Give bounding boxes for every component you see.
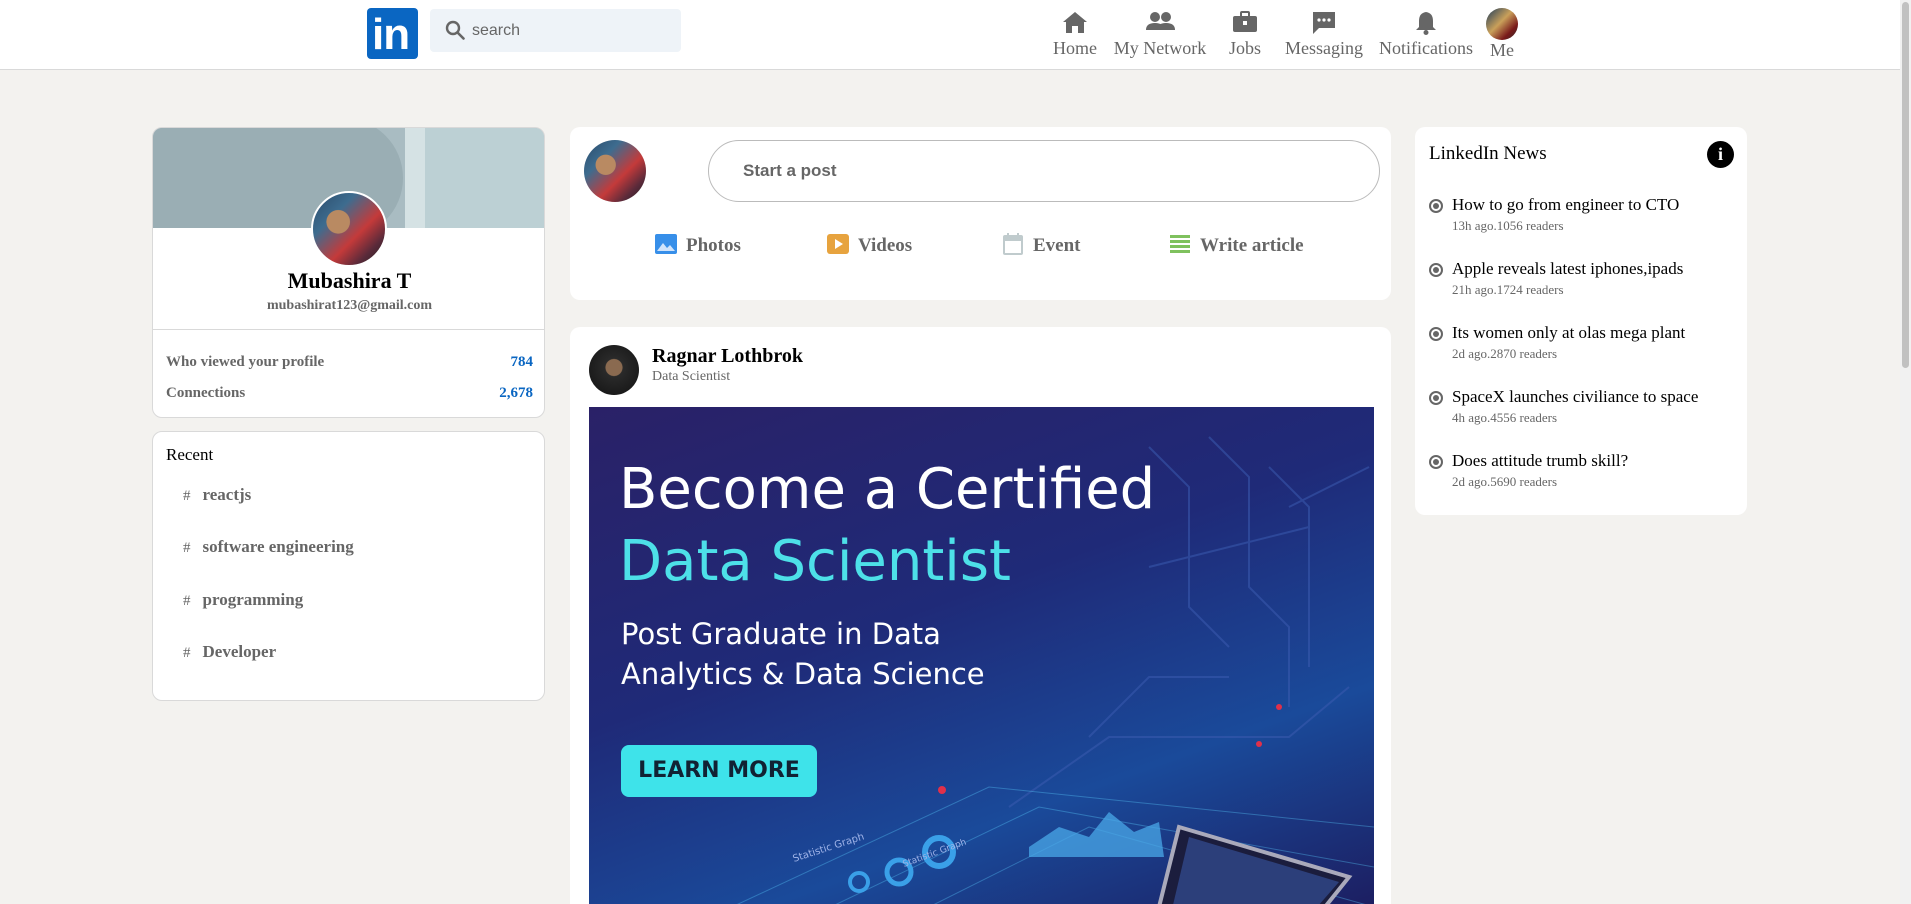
search-input[interactable]	[472, 9, 672, 52]
stat-label: Connections	[166, 385, 246, 401]
radio-dot-icon	[1429, 391, 1443, 405]
news-meta: 21h ago.1724 readers	[1452, 282, 1564, 297]
video-icon	[827, 234, 849, 254]
nav-notifications-label: Notifications	[1379, 38, 1473, 58]
nav-jobs-label: Jobs	[1228, 38, 1261, 58]
recent-card: Recent # reactjs # software engineering # p…	[152, 431, 545, 701]
tag-label: programming	[202, 590, 304, 609]
hash-icon: #	[183, 593, 191, 609]
news-headline: Does attitude trumb skill?	[1452, 451, 1629, 470]
videos-label: Videos	[858, 235, 913, 256]
news-headline: How to go from engineer to CTO	[1452, 195, 1680, 214]
recent-tag[interactable]: # programming	[183, 590, 303, 610]
news-meta: 2d ago.5690 readers	[1452, 474, 1558, 489]
share-box: Start a post Photos Videos Event Write a…	[570, 127, 1391, 300]
start-post-button[interactable]: Start a post	[708, 140, 1380, 202]
news-title: LinkedIn News	[1429, 143, 1547, 164]
recent-tag[interactable]: # software engineering	[183, 537, 354, 557]
scrollbar-thumb[interactable]	[1902, 2, 1909, 368]
videos-button[interactable]: Videos	[826, 234, 912, 266]
top-nav-bar: in Home My Network Jobs Messaging Notifi…	[0, 0, 1900, 70]
share-box-avatar[interactable]	[584, 140, 646, 202]
photos-button[interactable]: Photos	[654, 234, 741, 266]
logo-text: in	[372, 10, 410, 59]
image-label-a: Statistic Graph	[792, 831, 866, 864]
radio-dot-icon	[1429, 199, 1443, 213]
write-article-label: Write article	[1200, 235, 1304, 256]
photo-icon	[655, 234, 677, 254]
message-icon	[1313, 12, 1335, 34]
write-article-button[interactable]: Write article	[1168, 234, 1304, 266]
stat-value: 784	[510, 354, 534, 370]
nav-home-label: Home	[1053, 38, 1097, 58]
learn-more-button[interactable]: LEARN MORE	[621, 745, 817, 797]
home-icon	[1063, 12, 1087, 33]
briefcase-icon	[1233, 11, 1257, 32]
profile-name[interactable]: Mubashira T	[153, 268, 544, 294]
news-headline: SpaceX launches civiliance to space	[1452, 387, 1699, 406]
info-icon[interactable]: i	[1707, 141, 1734, 168]
recent-tag[interactable]: # Developer	[183, 642, 276, 662]
image-heading-2: Data Scientist	[619, 529, 1011, 594]
linkedin-logo[interactable]: in	[367, 8, 418, 59]
photos-label: Photos	[686, 235, 741, 256]
nav-notifications[interactable]: Notifications	[1376, 10, 1476, 62]
page-scrollbar[interactable]	[1900, 0, 1911, 904]
radio-dot-icon	[1429, 455, 1443, 469]
news-meta: 2d ago.2870 readers	[1452, 346, 1558, 361]
search-icon	[445, 20, 465, 40]
tag-label: Developer	[202, 642, 277, 661]
news-headline: Its women only at olas mega plant	[1452, 323, 1686, 342]
post-image[interactable]: Statistic Graph Statistic Graph Become a…	[589, 407, 1374, 904]
search-box[interactable]	[430, 9, 681, 52]
news-meta: 4h ago.4556 readers	[1452, 410, 1558, 425]
nav-me-label: Me	[1490, 40, 1514, 60]
stat-profile-views[interactable]: Who viewed your profile 784	[166, 354, 533, 371]
feed-post: Ragnar Lothbrok Data Scientist Statistic…	[570, 327, 1391, 904]
stat-connections[interactable]: Connections 2,678	[166, 385, 533, 402]
stat-label: Who viewed your profile	[166, 354, 325, 370]
nav-messaging[interactable]: Messaging	[1282, 10, 1366, 62]
nav-my-network[interactable]: My Network	[1110, 10, 1210, 62]
profile-email: mubashirat123@gmail.com	[266, 298, 433, 313]
hash-icon: #	[183, 645, 191, 661]
profile-avatar[interactable]	[311, 191, 387, 267]
image-subheading-2: Analytics & Data Science	[621, 657, 985, 691]
author-name[interactable]: Ragnar Lothbrok	[652, 345, 803, 368]
article-icon	[1170, 235, 1190, 253]
profile-divider	[153, 329, 544, 330]
image-subheading-1: Post Graduate in Data	[621, 617, 941, 651]
people-icon	[1146, 12, 1175, 30]
radio-dot-icon	[1429, 263, 1443, 277]
radio-dot-icon	[1429, 327, 1443, 341]
nav-messaging-label: Messaging	[1285, 38, 1363, 58]
author-avatar[interactable]	[589, 345, 639, 395]
nav-home[interactable]: Home	[1051, 10, 1099, 62]
recent-title: Recent	[166, 445, 214, 464]
news-meta: 13h ago.1056 readers	[1452, 218, 1564, 233]
hash-icon: #	[183, 540, 191, 556]
nav-my-network-label: My Network	[1113, 38, 1207, 58]
author-role: Data Scientist	[652, 369, 731, 384]
recent-tag[interactable]: # reactjs	[183, 485, 251, 505]
tag-label: software engineering	[202, 537, 354, 556]
news-card: LinkedIn News i How to go from engineer …	[1415, 127, 1747, 515]
image-heading-1: Become a Certified	[619, 457, 1156, 522]
event-label: Event	[1033, 235, 1081, 256]
nav-me[interactable]: Me	[1484, 8, 1520, 60]
profile-card: Mubashira T mubashirat123@gmail.com Who …	[152, 127, 545, 418]
hash-icon: #	[183, 488, 191, 504]
me-avatar	[1486, 8, 1518, 40]
stat-value: 2,678	[499, 385, 533, 401]
calendar-icon	[1003, 233, 1023, 255]
news-headline: Apple reveals latest iphones,ipads	[1452, 259, 1684, 278]
tag-label: reactjs	[202, 485, 252, 504]
nav-jobs[interactable]: Jobs	[1222, 10, 1268, 62]
event-button[interactable]: Event	[1001, 233, 1081, 266]
bell-icon	[1416, 12, 1436, 35]
